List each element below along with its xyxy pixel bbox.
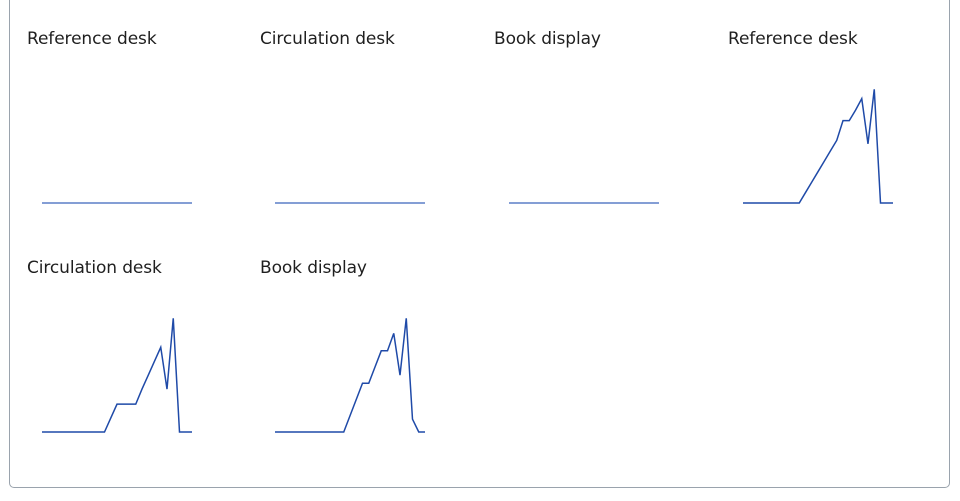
line-plot [275,318,425,433]
chart-title: Book display [494,29,601,49]
chart-panel-3: Book display [494,29,714,249]
series-line [275,318,425,433]
chart-panel-2: Circulation desk [260,29,480,249]
chart-panel-1: Reference desk [27,29,247,249]
chart-title: Reference desk [728,29,858,49]
line-plot [42,202,192,204]
chart-title: Circulation desk [260,29,395,49]
chart-panel-4: Reference desk [728,29,948,249]
line-plot [42,318,192,433]
chart-panel-6: Book display [260,258,480,478]
chart-panel-5: Circulation desk [27,258,247,478]
chart-title: Reference desk [27,29,157,49]
line-plot [275,202,425,204]
series-line [743,89,893,204]
chart-title: Book display [260,258,367,278]
chart-title: Circulation desk [27,258,162,278]
line-plot [743,89,893,204]
series-line [42,318,192,433]
line-plot [509,202,659,204]
